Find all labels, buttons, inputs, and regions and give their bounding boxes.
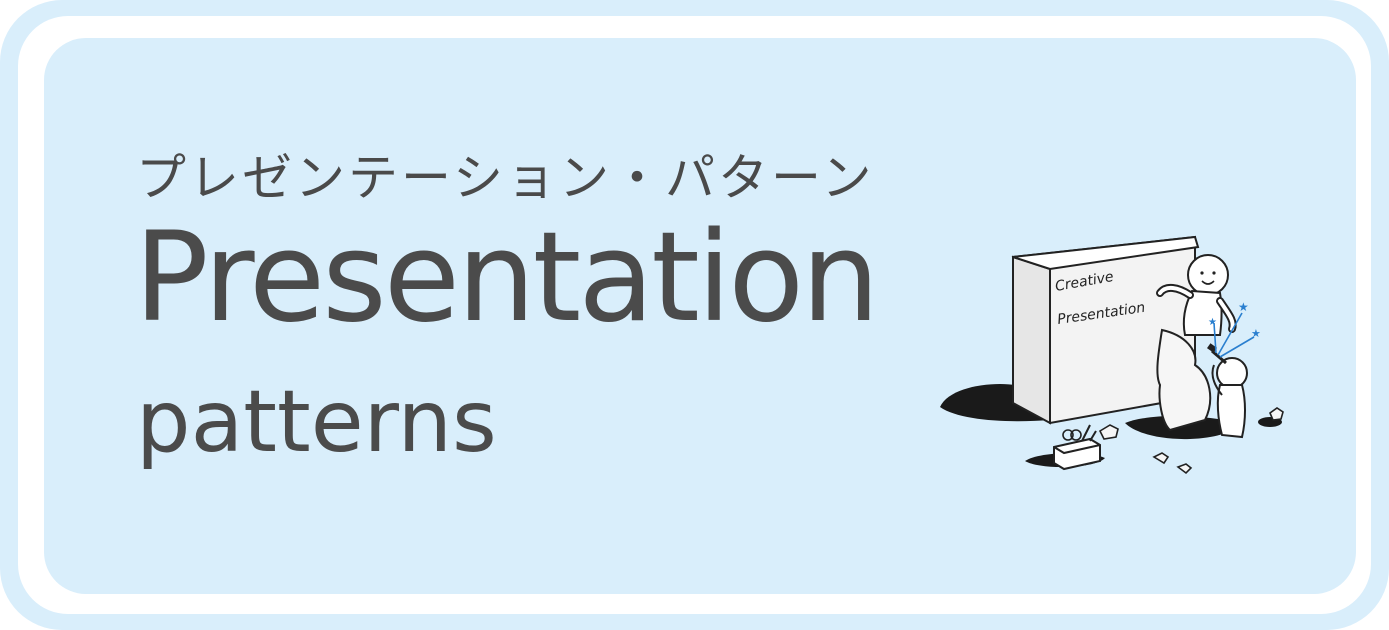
page-title: Presentation [134,206,880,350]
svg-text:★: ★ [1238,300,1249,314]
page-subtitle: patterns [136,372,497,472]
rock [1156,328,1212,432]
banner-frame: プレゼンテーション・パターン Presentation patterns Cre… [0,0,1389,630]
toolbox-icon [1053,424,1101,471]
sculpting-figures-illustration: Creative Presentation ★ ★ ★ [940,235,1284,475]
svg-text:★: ★ [1208,317,1217,328]
kana-title: プレゼンテーション・パターン [136,149,875,207]
svg-text:★: ★ [1251,327,1261,340]
